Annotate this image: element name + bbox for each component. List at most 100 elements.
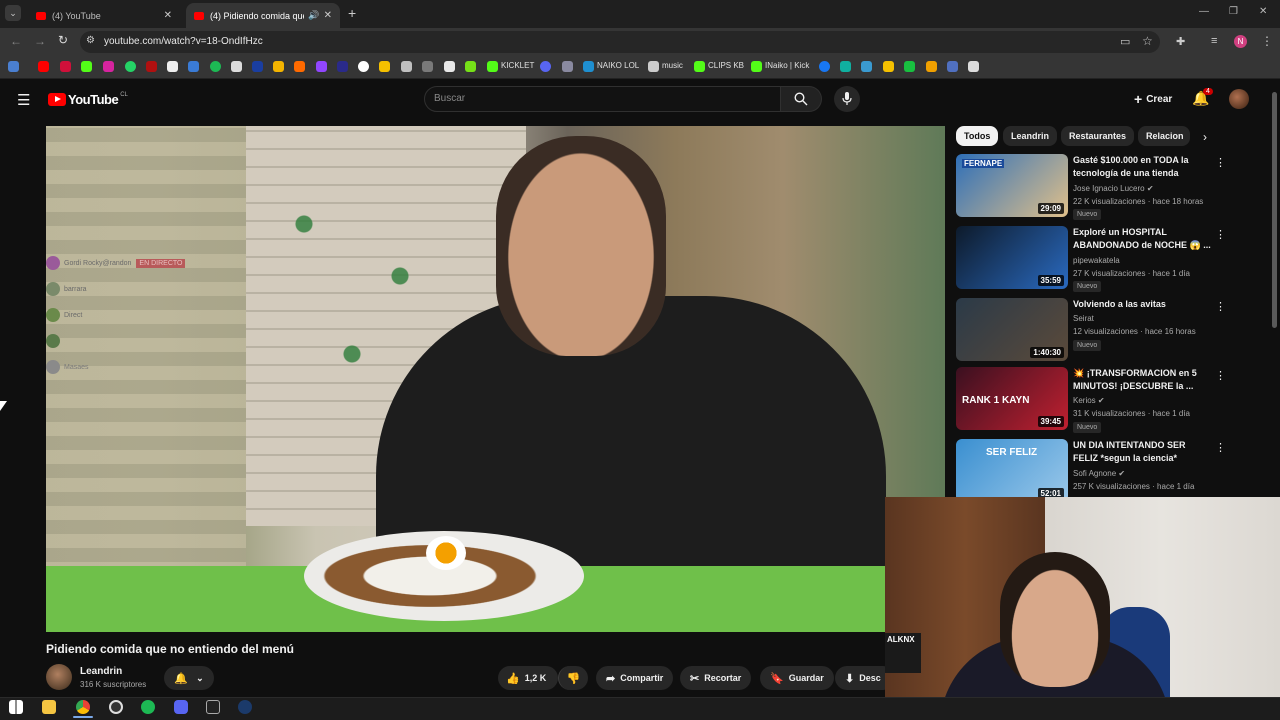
video-player[interactable]: Gordi Rocky@randon EN DIRECTO barrara Di…	[46, 126, 945, 632]
chips-next-icon[interactable]: ›	[1203, 130, 1207, 144]
bookmark-kick-icon[interactable]	[81, 61, 92, 72]
more-options-icon[interactable]: ⋮	[1215, 369, 1226, 382]
bookmark-naiko-icon[interactable]	[583, 61, 594, 72]
restore-icon[interactable]: ❐	[1229, 6, 1238, 17]
bookmark-drive-icon[interactable]	[273, 61, 284, 72]
bookmark-kicklet[interactable]: KICKLET	[501, 61, 534, 70]
back-icon[interactable]: ←	[10, 34, 22, 48]
rec-title[interactable]: Volviendo a las avitas	[1073, 298, 1211, 311]
more-options-icon[interactable]: ⋮	[1215, 228, 1226, 241]
save-button[interactable]: 🔖 Guardar	[760, 666, 834, 690]
youtube-logo[interactable]: YouTube CL	[48, 92, 128, 107]
bookmark-pin-icon[interactable]	[146, 61, 157, 72]
browser-menu-icon[interactable]: ⋮	[1261, 34, 1273, 48]
bookmark-yellow-icon[interactable]	[379, 61, 390, 72]
bookmark-music[interactable]: music	[662, 61, 683, 70]
chip-restaurantes[interactable]: Restaurantes	[1061, 126, 1135, 146]
rec-thumbnail[interactable]: FERNAPE 29:09	[956, 154, 1068, 217]
rec-title[interactable]: Gasté $100.000 en TODA la tecnología de …	[1073, 154, 1211, 180]
rec-channel[interactable]: Kerios ✔	[1073, 396, 1105, 405]
chip-todos[interactable]: Todos	[956, 126, 999, 146]
bookmark-teal-icon[interactable]	[840, 61, 851, 72]
search-button[interactable]	[781, 86, 822, 112]
close-tab-icon[interactable]: ✕	[164, 10, 172, 21]
bookmark-diamond-icon[interactable]	[444, 61, 455, 72]
bookmark-shield-icon[interactable]	[562, 61, 573, 72]
bookmark-square-icon[interactable]	[968, 61, 979, 72]
bookmark-bar-icon[interactable]	[861, 61, 872, 72]
channel-avatar[interactable]	[46, 664, 72, 690]
tab-youtube-home[interactable]: (4) YouTube ✕	[28, 3, 180, 28]
rec-thumbnail[interactable]: 35:59	[956, 226, 1068, 289]
discord-icon[interactable]	[174, 700, 188, 714]
media-control-icon[interactable]: ≡	[1211, 35, 1217, 47]
bookmark-blue-icon[interactable]	[252, 61, 263, 72]
bookmark-star-icon[interactable]: ☆	[1142, 34, 1153, 48]
tab-current-video[interactable]: (4) Pidiendo comida que no e 🔊 ✕	[186, 3, 340, 28]
search-input[interactable]: Buscar	[424, 86, 781, 112]
bookmark-clips-kb[interactable]: CLIPS KB	[708, 61, 744, 70]
bookmark-link-icon[interactable]	[947, 61, 958, 72]
chrome-icon[interactable]	[76, 700, 90, 714]
bookmark-music-icon[interactable]	[648, 61, 659, 72]
bookmark-facebook-icon[interactable]	[819, 61, 830, 72]
bookmark-u-icon[interactable]	[926, 61, 937, 72]
bookmark-b-icon[interactable]	[883, 61, 894, 72]
minimize-icon[interactable]: —	[1199, 6, 1209, 17]
bookmark-s-icon[interactable]	[231, 61, 242, 72]
rec-title[interactable]: Exploré un HOSPITAL ABANDONADO de NOCHE …	[1073, 226, 1211, 252]
notifications-button[interactable]: 🔔 4	[1192, 88, 1213, 108]
forward-icon[interactable]: →	[34, 34, 46, 48]
bookmark-kick-naiko-icon[interactable]	[751, 61, 762, 72]
bookmark-web-icon[interactable]	[188, 61, 199, 72]
rec-channel[interactable]: Sofi Agnone ✔	[1073, 469, 1125, 478]
windows-start-icon[interactable]	[9, 700, 23, 714]
bookmark-purple-icon[interactable]	[316, 61, 327, 72]
new-tab-button[interactable]: +	[348, 5, 356, 21]
create-button[interactable]: + Crear	[1124, 86, 1182, 112]
bookmark-chrome-icon[interactable]	[358, 61, 369, 72]
site-info-icon[interactable]: ⚙	[86, 35, 95, 46]
bookmark-inaiko-kick[interactable]: INaiko | Kick	[765, 61, 809, 70]
tab-list-button[interactable]: ⌄	[5, 5, 21, 21]
bookmark-cat-icon[interactable]	[401, 61, 412, 72]
account-avatar[interactable]	[1229, 89, 1249, 109]
dislike-button[interactable]: 👎	[558, 666, 588, 690]
bookmark-green-icon[interactable]	[465, 61, 476, 72]
extensions-icon[interactable]: ✚	[1176, 35, 1185, 48]
rec-thumbnail[interactable]: RANK 1 KAYN 39:45	[956, 367, 1068, 430]
close-window-icon[interactable]: ✕	[1259, 6, 1267, 17]
bookmark-spotify-icon[interactable]	[210, 61, 221, 72]
more-options-icon[interactable]: ⋮	[1215, 441, 1226, 454]
bookmark-x-icon[interactable]	[167, 61, 178, 72]
rec-thumbnail[interactable]: SER FELIZ 52:01	[956, 439, 1068, 502]
file-explorer-icon[interactable]	[42, 700, 56, 714]
more-options-icon[interactable]: ⋮	[1215, 156, 1226, 169]
spotify-icon[interactable]	[141, 700, 155, 714]
chip-relacionados[interactable]: Relacion	[1138, 126, 1190, 146]
chip-leandrin[interactable]: Leandrin	[1003, 126, 1058, 146]
rec-channel[interactable]: Jose Ignacio Lucero ✔	[1073, 184, 1154, 193]
steam-icon[interactable]	[238, 700, 252, 714]
more-options-icon[interactable]: ⋮	[1215, 300, 1226, 313]
bookmark-whatsapp-icon[interactable]	[125, 61, 136, 72]
page-scrollbar[interactable]	[1272, 92, 1277, 328]
url-text[interactable]: youtube.com/watch?v=18-OndIfHzc	[104, 36, 263, 47]
rec-channel[interactable]: pipewakatela	[1073, 256, 1120, 265]
app-infinity-icon[interactable]	[206, 700, 220, 714]
bookmark-gray-icon[interactable]	[422, 61, 433, 72]
rec-channel[interactable]: Seirat	[1073, 314, 1094, 323]
reload-icon[interactable]: ↻	[58, 33, 68, 47]
bookmark-orange-icon[interactable]	[294, 61, 305, 72]
rec-title[interactable]: UN DIA INTENTANDO SER FELIZ *segun la ci…	[1073, 439, 1211, 465]
bookmark-plus-icon[interactable]	[904, 61, 915, 72]
bookmark-discord-icon[interactable]	[540, 61, 551, 72]
close-tab-icon[interactable]: ✕	[324, 10, 332, 21]
subscription-bell-button[interactable]: 🔔 ⌄	[164, 666, 214, 690]
share-button[interactable]: ➦ Compartir	[596, 666, 674, 690]
like-button[interactable]: 👍 1,2 K	[498, 666, 558, 690]
bookmark-instagram-icon[interactable]	[103, 61, 114, 72]
rec-thumbnail[interactable]: 1:40:30	[956, 298, 1068, 361]
rec-title[interactable]: 💥 ¡TRANSFORMACION en 5 MINUTOS! ¡DESCUBR…	[1073, 367, 1211, 393]
bookmark-kicklet-icon[interactable]	[487, 61, 498, 72]
